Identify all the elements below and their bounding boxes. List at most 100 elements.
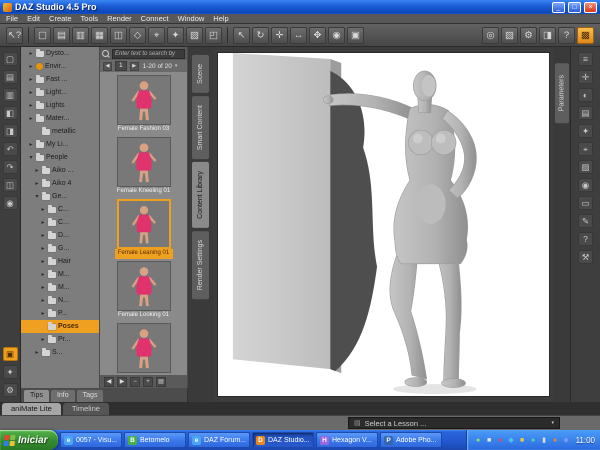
tree-item[interactable]: ▸ N...: [21, 294, 99, 307]
tree-item[interactable]: ▾ Ge...: [21, 190, 99, 203]
menu-item[interactable]: Window: [178, 14, 205, 23]
render-settings-icon[interactable]: ⚙: [520, 26, 537, 44]
tab-tips[interactable]: Tips: [24, 390, 49, 402]
aux-viewport-icon[interactable]: ◨: [539, 26, 556, 44]
minimize-button[interactable]: _: [552, 1, 565, 13]
camera-view-icon[interactable]: ◎: [482, 26, 499, 44]
tree-item[interactable]: ▾ People: [21, 151, 99, 164]
tree-toggle-icon[interactable]: ▸: [28, 89, 34, 96]
tree-item[interactable]: ▸ Light...: [21, 86, 99, 99]
posing-icon[interactable]: ✛: [578, 70, 593, 84]
tree-toggle-icon[interactable]: ▸: [28, 50, 34, 57]
tab-tags[interactable]: Tags: [76, 390, 104, 402]
scene-info-icon[interactable]: ◫: [2, 178, 18, 192]
menu-item[interactable]: File: [6, 14, 18, 23]
zoom-in-icon[interactable]: +: [143, 376, 153, 387]
thumbnail-2[interactable]: Female Leaning 01: [114, 199, 173, 259]
prev-page-icon[interactable]: ◀: [103, 61, 112, 71]
parameters-rail-icon[interactable]: ≡: [578, 52, 593, 66]
thumbnail-0[interactable]: Female Fashion 03: [115, 75, 173, 135]
tree-toggle-icon[interactable]: ▸: [34, 180, 40, 187]
tree-toggle-icon[interactable]: ▸: [40, 219, 46, 226]
search-input[interactable]: Enter text to search by: [112, 48, 185, 59]
create-light-icon[interactable]: ✦: [167, 26, 184, 44]
tree-toggle-icon[interactable]: ▸: [34, 167, 40, 174]
tab-parameters[interactable]: Parameters: [555, 63, 569, 124]
open-scene-icon[interactable]: ▤: [53, 26, 70, 44]
tab-scene[interactable]: Scene: [192, 55, 209, 93]
create-cube-icon[interactable]: ▦: [91, 26, 108, 44]
render-panel-icon[interactable]: ▨: [578, 160, 593, 174]
tree-toggle-icon[interactable]: ▸: [28, 115, 34, 122]
create-null-icon[interactable]: ◇: [129, 26, 146, 44]
surfaces-icon[interactable]: ▤: [578, 106, 593, 120]
timeline-panel-icon[interactable]: ▭: [578, 196, 593, 210]
save-icon[interactable]: ▥: [2, 88, 18, 102]
tree-item[interactable]: ▸ C...: [21, 216, 99, 229]
import-icon[interactable]: ◧: [2, 106, 18, 120]
tree-toggle-icon[interactable]: ▾: [34, 193, 40, 200]
tree-toggle-icon[interactable]: ▸: [40, 310, 46, 317]
tray-icon[interactable]: ▮: [540, 436, 549, 445]
cameras-panel-icon[interactable]: ⌖: [578, 142, 593, 156]
thumbnail-3[interactable]: Female Looking 01: [115, 261, 173, 321]
menu-item[interactable]: Help: [213, 14, 228, 23]
tray-icon[interactable]: ●: [551, 436, 560, 445]
tree-toggle-icon[interactable]: ▸: [28, 76, 34, 83]
save-scene-icon[interactable]: ▥: [72, 26, 89, 44]
taskbar-button-2[interactable]: e DAZ Fórum...: [188, 432, 250, 448]
start-button[interactable]: Iniciar: [0, 430, 58, 450]
new-scene-icon[interactable]: ▢: [34, 26, 51, 44]
tab-animate-lite[interactable]: aniMate Lite: [2, 403, 61, 415]
tree-item[interactable]: ▸ P...: [21, 307, 99, 320]
tray-icon[interactable]: ●: [496, 436, 505, 445]
taskbar-button-4[interactable]: H Hexagon V...: [316, 432, 378, 448]
tree-item[interactable]: ▸ Envir...: [21, 60, 99, 73]
rotate-tool-icon[interactable]: ↻: [252, 26, 269, 44]
view-mode-icon[interactable]: ▤: [156, 376, 166, 387]
tab-smart-content[interactable]: Smart Content: [192, 95, 209, 159]
thumbnail-4[interactable]: [115, 323, 173, 373]
context-help-icon[interactable]: ↖?: [6, 26, 23, 44]
scale-tool-icon[interactable]: ↔: [290, 26, 307, 44]
tree-item[interactable]: metallic: [21, 125, 99, 138]
tree-toggle-icon[interactable]: ▸: [40, 336, 46, 343]
tree-toggle-icon[interactable]: ▸: [40, 271, 46, 278]
tree-item[interactable]: ▸ M...: [21, 268, 99, 281]
tree-item[interactable]: ▸ My Li...: [21, 138, 99, 151]
frame-tool-icon[interactable]: ▣: [347, 26, 364, 44]
tray-icon[interactable]: ■: [485, 436, 494, 445]
render-icon[interactable]: ▨: [501, 26, 518, 44]
tree-toggle-icon[interactable]: ▸: [40, 284, 46, 291]
tree-item[interactable]: ▸ G...: [21, 242, 99, 255]
close-button[interactable]: ×: [584, 1, 597, 13]
tree-item[interactable]: ▸ Lights: [21, 99, 99, 112]
tree-item[interactable]: ▸ Hair: [21, 255, 99, 268]
tree-item[interactable]: ▸ C...: [21, 203, 99, 216]
lights-panel-icon[interactable]: ✦: [578, 124, 593, 138]
help-panel-icon[interactable]: ?: [578, 232, 593, 246]
fit-view-icon[interactable]: ◰: [205, 26, 222, 44]
content-folder-icon[interactable]: ▣: [2, 347, 18, 361]
tree-toggle-icon[interactable]: ▸: [28, 102, 34, 109]
shaping-icon[interactable]: ◐: [578, 88, 593, 102]
tree-item[interactable]: ▸ S...: [21, 346, 99, 359]
tray-icon[interactable]: ◆: [562, 436, 571, 445]
translate-tool-icon[interactable]: ✛: [271, 26, 288, 44]
taskbar-button-0[interactable]: e 0057 - Visu...: [60, 432, 122, 448]
universal-tool-icon[interactable]: ✥: [309, 26, 326, 44]
tree-toggle-icon[interactable]: ▸: [28, 141, 34, 148]
create-group-icon[interactable]: ◫: [110, 26, 127, 44]
file-new-icon[interactable]: ▢: [2, 52, 18, 66]
tray-icon[interactable]: ●: [474, 436, 483, 445]
lights-icon[interactable]: ✦: [2, 365, 18, 379]
tab-info[interactable]: Info: [50, 390, 75, 402]
menu-item[interactable]: Edit: [27, 14, 40, 23]
taskbar-clock[interactable]: 11:00: [576, 436, 595, 445]
help-icon[interactable]: ?: [558, 26, 575, 44]
undo-icon[interactable]: ↶: [2, 142, 18, 156]
tree-item[interactable]: ▸ Aiko ...: [21, 164, 99, 177]
settings-icon[interactable]: ⚙: [2, 383, 18, 397]
tree-toggle-icon[interactable]: ▾: [28, 154, 34, 161]
menu-item[interactable]: Render: [107, 14, 132, 23]
